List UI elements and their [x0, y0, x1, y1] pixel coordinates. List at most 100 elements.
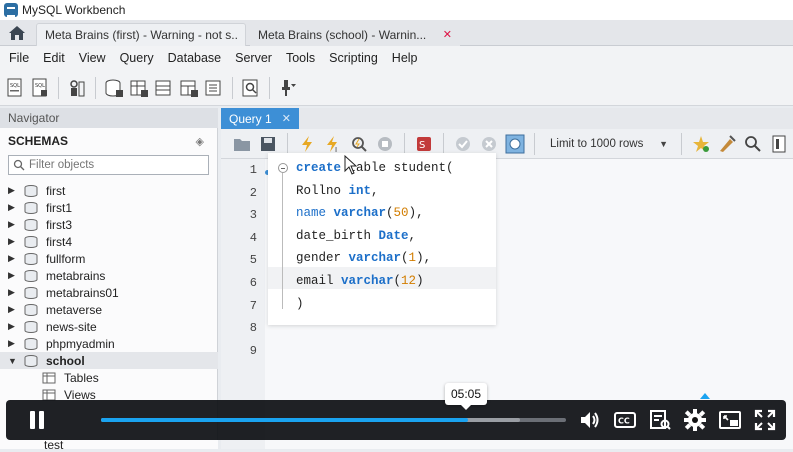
time-tooltip-value: 05:05	[450, 387, 482, 401]
menu-server[interactable]: Server	[228, 51, 279, 65]
schema-label: school	[46, 353, 85, 368]
filter-objects-input[interactable]	[29, 159, 199, 171]
create-schema-icon[interactable]	[103, 76, 125, 100]
schema-item-metabrains[interactable]: ▶ metabrains	[0, 267, 218, 284]
reconnect-icon[interactable]	[277, 76, 299, 100]
stop-icon[interactable]	[374, 132, 396, 156]
connection-tab-school[interactable]: Meta Brains (school) - Warnin... ✕	[250, 23, 460, 46]
schema-item-metaverse[interactable]: ▶ metaverse	[0, 301, 218, 318]
chevron-right-icon[interactable]: ▶	[8, 185, 18, 196]
schema-item-first1[interactable]: ▶ first1	[0, 199, 218, 216]
chevron-down-icon: ▼	[659, 138, 668, 149]
schema-item-first4[interactable]: ▶ first4	[0, 233, 218, 250]
pause-icon[interactable]	[26, 409, 48, 431]
fullscreen-icon[interactable]	[753, 408, 777, 432]
chevron-right-icon[interactable]: ▶	[8, 287, 18, 298]
schema-label: news-site	[46, 319, 97, 334]
code-keyword: varchar	[341, 274, 394, 288]
chevron-right-icon[interactable]: ▶	[8, 270, 18, 281]
menu-file[interactable]: File	[2, 51, 36, 65]
find-replace-icon[interactable]	[742, 132, 764, 156]
autocommit-icon[interactable]	[504, 132, 526, 156]
schema-item-first3[interactable]: ▶ first3	[0, 216, 218, 233]
menu-view[interactable]: View	[72, 51, 113, 65]
navigator-title: Navigator	[8, 111, 60, 125]
menu-help[interactable]: Help	[385, 51, 425, 65]
limit-rows-select[interactable]: Limit to 1000 rows ▼	[543, 134, 673, 154]
create-view-icon[interactable]	[153, 76, 175, 100]
chevron-right-icon[interactable]: ▶	[8, 236, 18, 247]
add-snippet-icon[interactable]	[690, 132, 712, 156]
schema-label: fullform	[46, 251, 86, 266]
transcript-icon[interactable]	[648, 408, 672, 432]
schema-label: phpmyadmin	[46, 336, 115, 351]
database-icon	[24, 286, 38, 299]
execute-icon[interactable]	[296, 132, 318, 156]
open-file-icon[interactable]	[231, 132, 253, 156]
chevron-right-icon[interactable]: ▶	[8, 202, 18, 213]
inspector-icon[interactable]	[66, 76, 88, 100]
fold-collapse-icon[interactable]	[278, 163, 288, 173]
volume-icon[interactable]	[578, 408, 602, 432]
code-line: name varchar(50),	[296, 202, 424, 224]
menu-edit[interactable]: Edit	[36, 51, 72, 65]
save-icon[interactable]	[257, 132, 279, 156]
code-line: )	[296, 293, 304, 315]
closed-captions-icon[interactable]: CC	[613, 408, 637, 432]
schema-item-first[interactable]: ▶ first	[0, 182, 218, 199]
schema-item-fullform[interactable]: ▶ fullform	[0, 250, 218, 267]
schema-child-tables[interactable]: Tables	[0, 369, 218, 386]
connection-tab-first[interactable]: Meta Brains (first) - Warning - not s...	[36, 23, 246, 46]
code-text: gender	[296, 251, 349, 266]
create-procedure-icon[interactable]	[178, 76, 200, 100]
code-line: date_birth Date,	[296, 225, 416, 247]
code-text: (	[393, 274, 402, 288]
filter-objects-box[interactable]	[8, 155, 209, 175]
chevron-right-icon[interactable]: ▶	[8, 304, 18, 315]
menu-tools[interactable]: Tools	[279, 51, 322, 65]
chevron-right-icon[interactable]: ▶	[8, 219, 18, 230]
chevron-right-icon[interactable]: ▶	[8, 253, 18, 264]
create-table-icon[interactable]	[128, 76, 150, 100]
picture-in-picture-icon[interactable]	[718, 408, 742, 432]
code-text: )	[296, 296, 304, 311]
tab-query-1[interactable]: Query 1 ✕	[221, 108, 299, 129]
commit-icon[interactable]	[452, 132, 474, 156]
rollback-icon[interactable]	[478, 132, 500, 156]
progress-track[interactable]	[101, 418, 566, 422]
schema-item-school[interactable]: ▼ school	[0, 352, 218, 369]
schema-item-phpmyadmin[interactable]: ▶ phpmyadmin	[0, 335, 218, 352]
toggle-error-icon[interactable]: S	[413, 132, 435, 156]
schema-item-metabrains01[interactable]: ▶ metabrains01	[0, 284, 218, 301]
open-sql-script-icon[interactable]: SQL	[29, 76, 51, 100]
new-sql-tab-icon[interactable]: SQL	[4, 76, 26, 100]
schema-item-news-site[interactable]: ▶ news-site	[0, 318, 218, 335]
execute-current-statement-icon[interactable]: I	[322, 132, 344, 156]
database-icon	[24, 354, 38, 367]
close-tab-icon[interactable]: ✕	[443, 28, 452, 41]
code-text: )	[416, 274, 424, 288]
word-wrap-icon[interactable]	[768, 132, 790, 156]
refresh-schemas-icon[interactable]: ◈	[196, 135, 204, 148]
chevron-right-icon[interactable]: ▶	[8, 338, 18, 349]
beautify-icon[interactable]	[716, 132, 738, 156]
fold-guide-line	[282, 173, 283, 309]
search-table-data-icon[interactable]	[240, 76, 262, 100]
close-query-tab-icon[interactable]: ✕	[282, 112, 291, 125]
code-line: email varchar(12)	[296, 270, 424, 292]
create-function-icon[interactable]	[203, 76, 225, 100]
settings-gear-icon[interactable]	[683, 408, 707, 432]
explain-icon[interactable]	[348, 132, 370, 156]
home-icon[interactable]	[8, 25, 26, 41]
menu-query[interactable]: Query	[113, 51, 161, 65]
connection-tab-label: Meta Brains (school) - Warnin...	[258, 27, 427, 42]
code-number: 1	[408, 251, 417, 266]
menu-scripting[interactable]: Scripting	[322, 51, 385, 65]
code-text: ),	[416, 251, 432, 266]
chevron-right-icon[interactable]: ▶	[8, 321, 18, 332]
menu-database[interactable]: Database	[161, 51, 229, 65]
chapter-marker-icon	[700, 393, 710, 399]
window-title: MySQL Workbench	[22, 3, 126, 17]
line-number: 8	[249, 321, 257, 336]
chevron-down-icon[interactable]: ▼	[8, 356, 18, 366]
